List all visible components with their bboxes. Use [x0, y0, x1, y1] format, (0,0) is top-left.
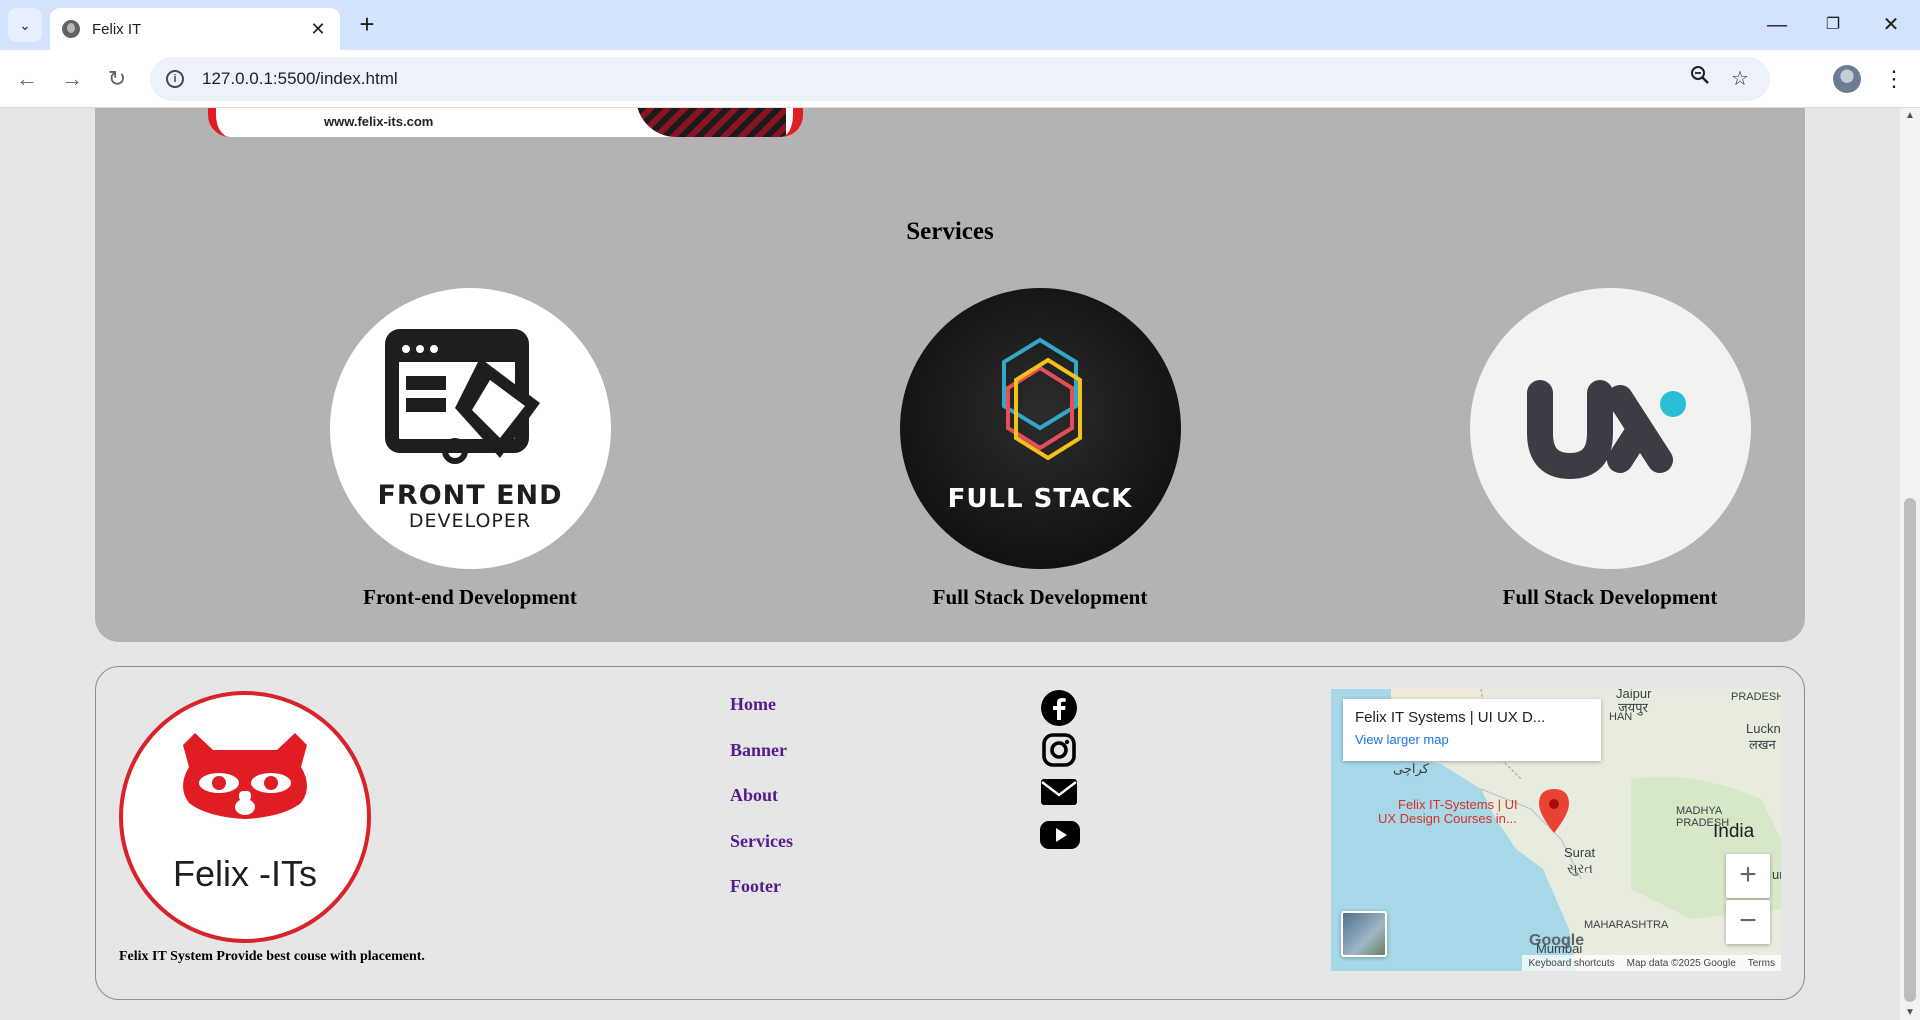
google-map-embed[interactable]: Jaipur जयपुर PRADESH HAN Luckn लखन کراچی… [1331, 689, 1781, 971]
social-links [1040, 689, 1080, 857]
reload-button[interactable]: ↻ [100, 62, 134, 96]
zoom-icon[interactable] [1686, 65, 1714, 93]
footer-link-home[interactable]: Home [730, 689, 793, 735]
window-close-button[interactable]: ✕ [1866, 8, 1916, 42]
tab-close-button[interactable]: ✕ [308, 19, 328, 40]
site-info-icon[interactable]: i [166, 70, 184, 88]
browser-tab[interactable]: Felix IT ✕ [50, 8, 340, 50]
map-label: Surat [1564, 845, 1596, 860]
footer-link-services[interactable]: Services [730, 826, 793, 872]
felix-logo: Felix -ITs [119, 691, 371, 943]
scroll-up-arrow-icon[interactable]: ▲ [1900, 110, 1920, 121]
banner-image: www.felix-its.com [208, 108, 803, 137]
ux-logo [1469, 288, 1751, 569]
map-data-text: Map data ©2025 Google [1626, 957, 1736, 969]
map-label: MAHARASHTRA [1584, 919, 1669, 931]
services-section: Services FRONT END DEVELOPER Front-end D… [95, 188, 1805, 642]
footer-tagline: Felix IT System Provide best couse with … [119, 949, 425, 964]
map-zoom-in-button[interactable]: + [1726, 854, 1770, 898]
footer-link-about[interactable]: About [730, 780, 793, 826]
address-bar[interactable]: i 127.0.0.1:5500/index.html ☆ [150, 57, 1770, 101]
map-satellite-toggle[interactable] [1341, 911, 1387, 957]
restore-button[interactable]: ❐ [1808, 8, 1858, 42]
map-label: ur [1772, 867, 1781, 882]
map-place-title: Felix IT Systems | UI UX D... [1355, 709, 1546, 726]
map-label: Luckn [1746, 721, 1781, 736]
keyboard-shortcuts-link[interactable]: Keyboard shortcuts [1528, 958, 1614, 969]
map-label: India [1713, 821, 1755, 842]
map-label: સુરત [1567, 861, 1593, 876]
page-scrollbar[interactable]: ▲ ▼ [1900, 108, 1920, 1020]
fullstack-logo: FULL STACK [899, 288, 1181, 569]
map-label: کراچی [1393, 761, 1429, 776]
frontend-logo: FRONT END DEVELOPER [329, 288, 611, 569]
google-logo: Google [1529, 932, 1585, 949]
footer-nav: Home Banner About Services Footer [730, 689, 793, 917]
fullstack-logo-text: FULL STACK [947, 484, 1133, 514]
map-place-label[interactable]: Felix IT-Systems | UI [1398, 797, 1518, 812]
terms-link[interactable]: Terms [1748, 958, 1775, 969]
youtube-icon[interactable] [1040, 815, 1080, 857]
frontend-logo-line2: DEVELOPER [408, 510, 532, 532]
footer-link-footer[interactable]: Footer [730, 871, 793, 917]
mail-icon[interactable] [1040, 773, 1080, 815]
browser-menu-button[interactable]: ⋮ [1880, 62, 1908, 96]
service-card-frontend: FRONT END DEVELOPER Front-end Developmen… [290, 288, 650, 610]
browser-tab-bar: ⌄ Felix IT ✕ + — ❐ ✕ [0, 0, 1920, 50]
back-button[interactable]: ← [10, 62, 44, 96]
map-label: PRADESH [1731, 691, 1781, 703]
logo-text: Felix -ITs [173, 853, 317, 894]
frontend-logo-line1: FRONT END [377, 480, 563, 511]
scroll-thumb[interactable] [1904, 498, 1916, 1002]
footer-section: Felix -ITs Felix IT System Provide best … [95, 666, 1805, 1000]
profile-avatar[interactable] [1833, 65, 1861, 93]
footer-link-banner[interactable]: Banner [730, 735, 793, 781]
view-larger-map-link[interactable]: View larger map [1355, 732, 1589, 747]
globe-icon [62, 20, 80, 38]
tab-list-button[interactable]: ⌄ [8, 8, 42, 42]
bookmark-star-icon[interactable]: ☆ [1726, 65, 1754, 93]
minimize-button[interactable]: — [1752, 8, 1802, 42]
service-label: Full Stack Development [932, 585, 1148, 609]
scroll-down-arrow-icon[interactable]: ▼ [1900, 1007, 1920, 1018]
instagram-icon[interactable] [1040, 731, 1080, 773]
service-label: Front-end Development [363, 585, 577, 609]
url-text[interactable]: 127.0.0.1:5500/index.html [202, 69, 1674, 89]
banner-person-graphic [636, 108, 786, 137]
browser-toolbar: ← → ↻ i 127.0.0.1:5500/index.html ☆ ⋮ [0, 50, 1920, 108]
service-card-ux: Full Stack Development [1430, 288, 1790, 610]
map-place-label[interactable]: UX Design Courses in... [1378, 811, 1517, 826]
map-label: लखन [1749, 737, 1776, 752]
map-attribution: Keyboard shortcuts Map data ©2025 Google… [1522, 955, 1781, 971]
tab-title: Felix IT [92, 20, 142, 38]
facebook-icon[interactable] [1040, 689, 1080, 731]
new-tab-button[interactable]: + [352, 10, 382, 40]
map-label: MADHYA [1676, 805, 1723, 817]
forward-button[interactable]: → [55, 62, 89, 96]
map-pin-icon[interactable] [1539, 789, 1569, 833]
services-title: Services [906, 218, 994, 245]
service-label: Full Stack Development [1502, 585, 1718, 609]
banner-url-text: www.felix-its.com [324, 114, 434, 129]
map-zoom-out-button[interactable]: − [1726, 900, 1770, 944]
page-viewport: www.felix-its.com Services FRONT END DEV… [0, 108, 1900, 1020]
map-info-window: Felix IT Systems | UI UX D... View large… [1343, 699, 1601, 761]
service-card-fullstack: FULL STACK Full Stack Development [860, 288, 1220, 610]
map-label: HAN [1609, 711, 1633, 723]
